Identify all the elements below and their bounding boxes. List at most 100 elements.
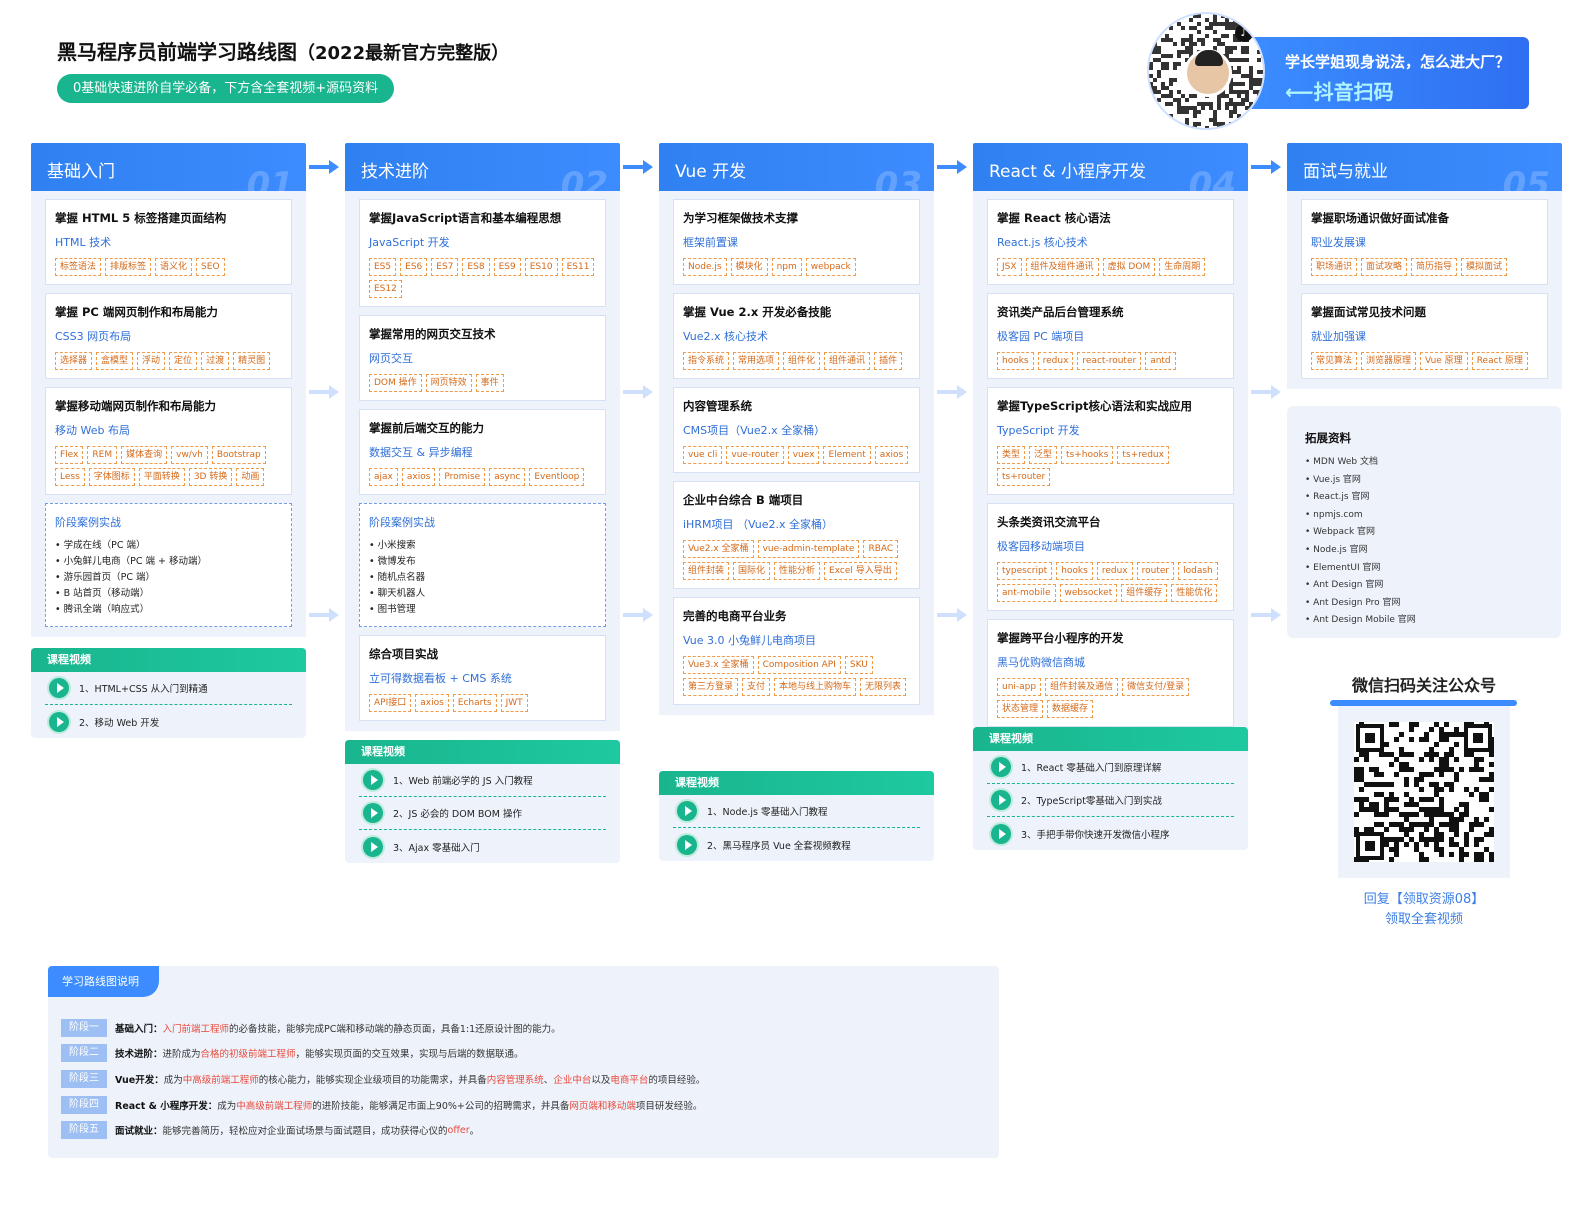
qr-module bbox=[1439, 797, 1444, 802]
qr-module bbox=[1489, 852, 1494, 857]
qr-module bbox=[1359, 767, 1364, 772]
stage-column-4: React & 小程序开发 04 掌握 React 核心语法 React.js 核心技… bbox=[973, 143, 1248, 737]
topic-subtitle: 立可得数据看板 + CMS 系统 bbox=[369, 672, 512, 685]
qr-module bbox=[1429, 822, 1434, 827]
video-heading: 课程视频 bbox=[345, 740, 620, 764]
stage-body: 掌握职场通识做好面试准备 职业发展课 职场通识 面试攻略 简历指导 模拟面试 掌握面试常见技… bbox=[1287, 191, 1562, 389]
qr-module bbox=[1384, 742, 1389, 747]
qr-module bbox=[1153, 46, 1157, 50]
qr-module bbox=[1434, 767, 1439, 772]
play-icon[interactable] bbox=[677, 801, 697, 821]
qr-module bbox=[1359, 772, 1364, 777]
qr-module bbox=[1253, 122, 1257, 126]
video-link[interactable]: 2、JS 必会的 DOM BOM 操作 bbox=[359, 797, 606, 830]
topic-subtitle: 黑马优购微信商城 bbox=[997, 656, 1085, 669]
qr-module bbox=[1177, 110, 1181, 114]
extension-link[interactable]: Ant Design Pro 官网 bbox=[1305, 595, 1543, 613]
video-link[interactable]: 2、黑马程序员 Vue 全套视频教程 bbox=[673, 828, 920, 861]
extension-link[interactable]: React.js 官网 bbox=[1305, 489, 1543, 507]
play-icon[interactable] bbox=[991, 757, 1011, 777]
play-icon[interactable] bbox=[49, 711, 69, 732]
video-link[interactable]: 3、手把手带你快速开发微信小程序 bbox=[987, 817, 1234, 850]
qr-module bbox=[1197, 38, 1201, 42]
qr-module bbox=[1233, 102, 1237, 106]
play-icon[interactable] bbox=[363, 803, 383, 823]
qr-module bbox=[1253, 78, 1257, 82]
extension-link[interactable]: Ant Design Mobile 官网 bbox=[1305, 612, 1543, 630]
extension-link[interactable]: npmjs.com bbox=[1305, 507, 1543, 525]
qr-module bbox=[1153, 106, 1157, 110]
qr-module bbox=[1489, 787, 1494, 792]
tag-list: 选择器 盒模型 浮动 定位 过渡 精灵图 bbox=[55, 352, 282, 370]
qr-module bbox=[1225, 18, 1229, 22]
video-link[interactable]: 3、Ajax 零基础入门 bbox=[359, 830, 606, 863]
qr-module bbox=[1359, 777, 1364, 782]
extension-link[interactable]: MDN Web 文档 bbox=[1305, 454, 1543, 472]
douyin-qr-code[interactable]: ♪ bbox=[1147, 12, 1265, 130]
qr-pattern bbox=[1354, 722, 1494, 862]
extension-link[interactable]: Vue.js 官网 bbox=[1305, 472, 1543, 490]
qr-module bbox=[1364, 807, 1369, 812]
topic-subtitle: 数据交互 & 异步编程 bbox=[369, 446, 473, 459]
right-arrow-icon bbox=[1251, 160, 1281, 174]
qr-module bbox=[1257, 106, 1261, 110]
qr-module bbox=[1449, 782, 1454, 787]
legend-highlight: 内容管理系统 bbox=[486, 1074, 544, 1086]
qr-module bbox=[1374, 802, 1379, 807]
video-link[interactable]: 1、Node.js 零基础入门教程 bbox=[673, 795, 920, 828]
extension-link[interactable]: Webpack 官网 bbox=[1305, 524, 1543, 542]
arrow-head bbox=[329, 385, 339, 399]
qr-module bbox=[1469, 827, 1474, 832]
qr-module bbox=[1181, 94, 1185, 98]
play-icon[interactable] bbox=[677, 834, 697, 855]
extension-link[interactable]: Node.js 官网 bbox=[1305, 542, 1543, 560]
qr-module bbox=[1213, 14, 1217, 18]
qr-module bbox=[1464, 807, 1469, 812]
qr-module bbox=[1249, 78, 1253, 82]
video-heading: 课程视频 bbox=[973, 727, 1248, 751]
qr-module bbox=[1479, 837, 1484, 842]
qr-module bbox=[1193, 122, 1197, 126]
qr-module bbox=[1469, 822, 1474, 827]
extension-link[interactable]: ElementUI 官网 bbox=[1305, 560, 1543, 578]
play-icon[interactable] bbox=[991, 823, 1011, 844]
qr-module bbox=[1424, 737, 1429, 742]
qr-module bbox=[1181, 42, 1185, 46]
qr-module bbox=[1424, 807, 1429, 812]
arrow-head bbox=[957, 608, 967, 622]
wechat-qr-box[interactable] bbox=[1338, 706, 1510, 878]
qr-module bbox=[1449, 767, 1454, 772]
qr-module bbox=[1225, 22, 1229, 26]
stage-title: 技术进阶 bbox=[361, 162, 429, 182]
play-icon[interactable] bbox=[991, 790, 1011, 810]
topic-subtitle: Vue 3.0 小兔鲜儿电商项目 bbox=[683, 634, 817, 647]
extension-link[interactable]: Ant Design 官网 bbox=[1305, 577, 1543, 595]
video-link[interactable]: 2、TypeScript零基础入门到实战 bbox=[987, 784, 1234, 817]
video-link[interactable]: 2、移动 Web 开发 bbox=[45, 705, 292, 738]
qr-module bbox=[1157, 106, 1161, 110]
douyin-promo-box[interactable]: 学长学姐现身说法，怎么进大厂？ ⟵抖音扫码 bbox=[1247, 37, 1529, 109]
qr-module bbox=[1181, 126, 1185, 128]
qr-module bbox=[1205, 18, 1209, 22]
topic-card: 掌握跨平台小程序的开发 黑马优购微信商城 uni-app 组件封装及通信 微信支付/登录… bbox=[987, 619, 1234, 727]
qr-module bbox=[1354, 772, 1359, 777]
play-icon[interactable] bbox=[363, 836, 383, 857]
video-link[interactable]: 1、Web 前端必学的 JS 入门教程 bbox=[359, 764, 606, 797]
qr-module bbox=[1173, 42, 1177, 46]
promo-question: 学长学姐现身说法，怎么进大厂？ bbox=[1285, 53, 1511, 71]
qr-module bbox=[1153, 78, 1157, 82]
video-link[interactable]: 1、React 零基础入门到原理详解 bbox=[987, 751, 1234, 784]
wechat-qr-code[interactable] bbox=[1354, 722, 1494, 862]
skill-tag: REM bbox=[87, 446, 118, 464]
qr-finder-center bbox=[1365, 733, 1375, 743]
play-icon[interactable] bbox=[49, 678, 69, 698]
play-icon[interactable] bbox=[363, 770, 383, 790]
qr-module bbox=[1389, 792, 1394, 797]
qr-module bbox=[1369, 827, 1374, 832]
qr-module bbox=[1225, 46, 1229, 50]
video-link[interactable]: 1、HTML+CSS 从入门到精通 bbox=[45, 672, 292, 705]
qr-module bbox=[1399, 837, 1404, 842]
case-title: 阶段案例实战 bbox=[369, 516, 435, 529]
qr-module bbox=[1384, 752, 1389, 757]
qr-module bbox=[1384, 827, 1389, 832]
